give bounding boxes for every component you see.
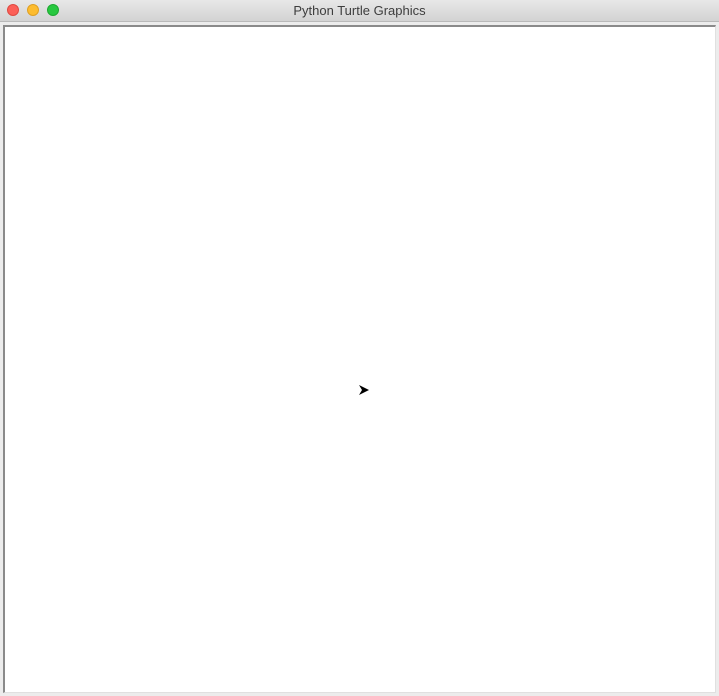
turtle-arrow-icon [359, 385, 369, 395]
window-title: Python Turtle Graphics [293, 3, 426, 18]
turtle-canvas[interactable] [3, 25, 716, 693]
title-bar[interactable]: Python Turtle Graphics [0, 0, 719, 22]
turtle-window: Python Turtle Graphics [0, 0, 719, 696]
